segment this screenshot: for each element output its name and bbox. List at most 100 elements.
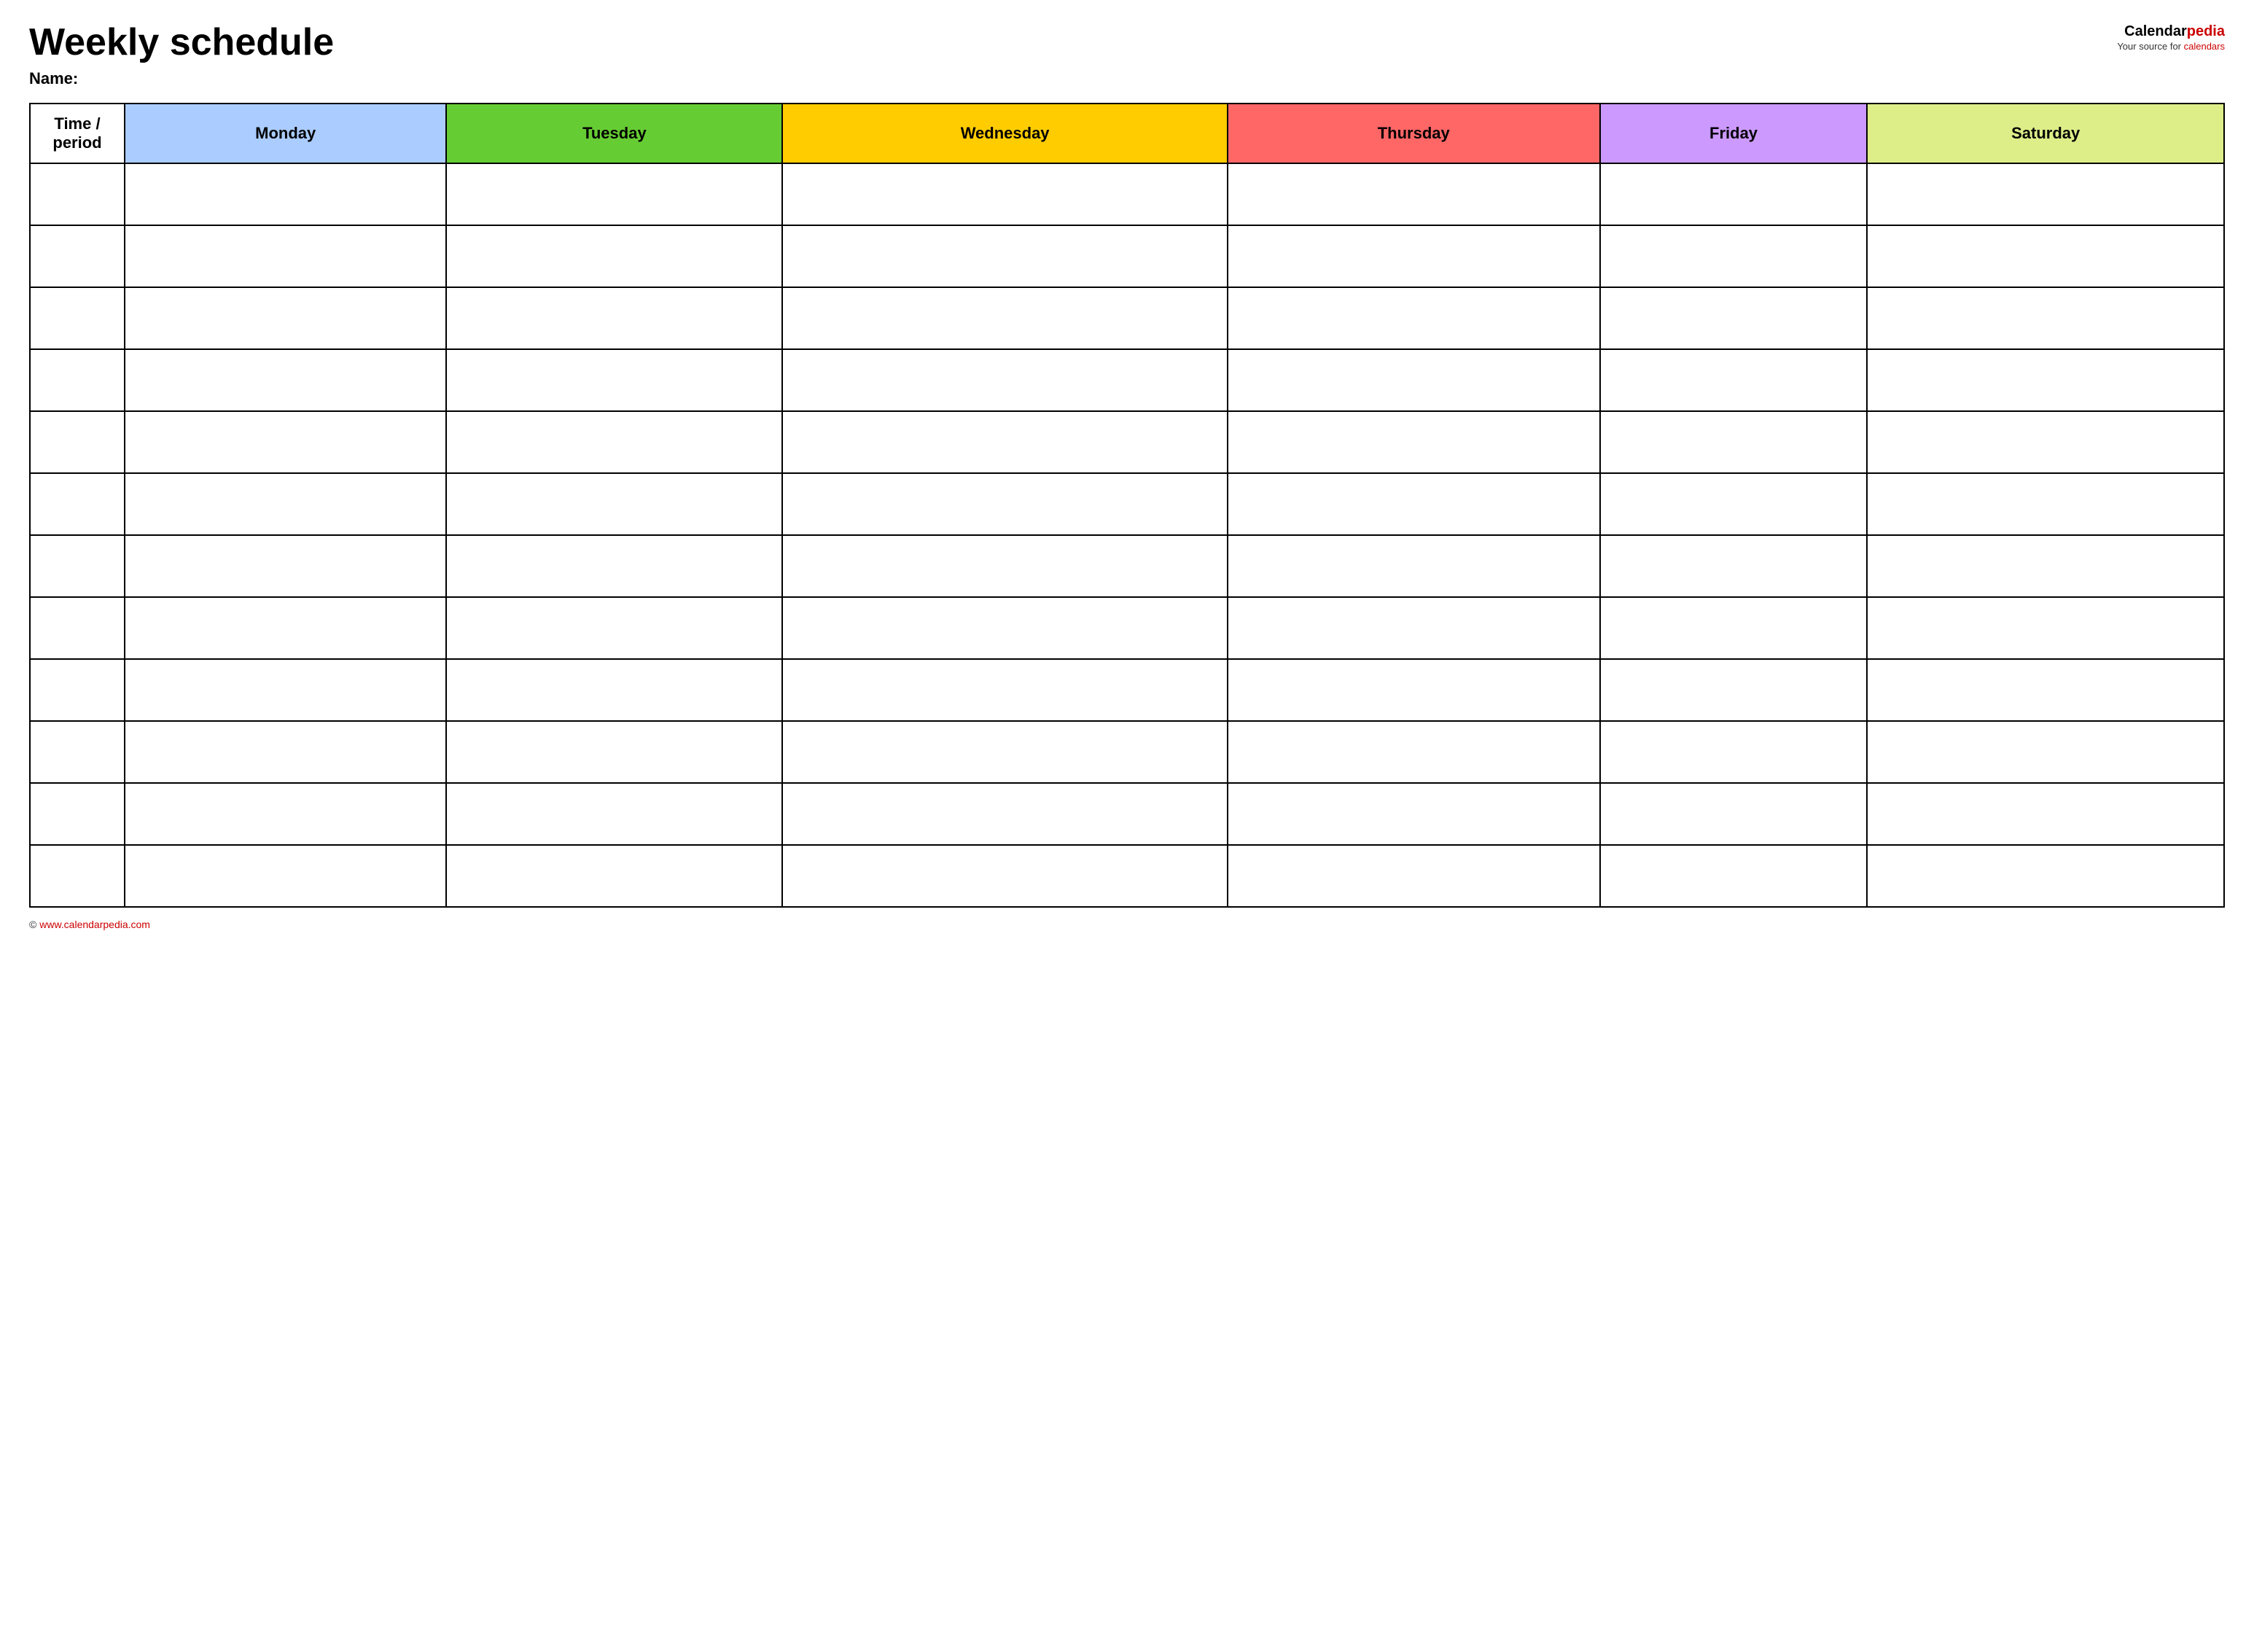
schedule-cell[interactable]: [1867, 597, 2224, 659]
schedule-cell[interactable]: [1600, 225, 1868, 287]
schedule-cell[interactable]: [1228, 659, 1600, 721]
logo-subtitle-text: Your source for: [2117, 41, 2183, 52]
header-section: Weekly schedule Name: Calendarpedia Your…: [29, 22, 2225, 88]
schedule-cell[interactable]: [1228, 845, 1600, 907]
schedule-cell[interactable]: [125, 225, 446, 287]
schedule-cell[interactable]: [782, 287, 1227, 349]
schedule-cell[interactable]: [125, 473, 446, 535]
time-cell[interactable]: [30, 535, 125, 597]
schedule-cell[interactable]: [1867, 349, 2224, 411]
schedule-cell[interactable]: [782, 535, 1227, 597]
schedule-cell[interactable]: [782, 411, 1227, 473]
schedule-cell[interactable]: [1600, 473, 1868, 535]
schedule-cell[interactable]: [782, 225, 1227, 287]
schedule-cell[interactable]: [125, 721, 446, 783]
schedule-cell[interactable]: [125, 597, 446, 659]
schedule-cell[interactable]: [125, 535, 446, 597]
schedule-cell[interactable]: [1867, 473, 2224, 535]
schedule-cell[interactable]: [1228, 287, 1600, 349]
schedule-cell[interactable]: [125, 287, 446, 349]
time-cell[interactable]: [30, 783, 125, 845]
schedule-cell[interactable]: [782, 163, 1227, 225]
schedule-cell[interactable]: [446, 349, 782, 411]
schedule-cell[interactable]: [446, 163, 782, 225]
schedule-cell[interactable]: [1867, 721, 2224, 783]
schedule-cell[interactable]: [782, 721, 1227, 783]
schedule-body: [30, 163, 2224, 907]
schedule-cell[interactable]: [1600, 535, 1868, 597]
schedule-cell[interactable]: [125, 659, 446, 721]
schedule-cell[interactable]: [782, 473, 1227, 535]
schedule-cell[interactable]: [446, 535, 782, 597]
schedule-cell[interactable]: [446, 225, 782, 287]
header-thursday: Thursday: [1228, 104, 1600, 163]
time-cell[interactable]: [30, 845, 125, 907]
schedule-cell[interactable]: [782, 845, 1227, 907]
schedule-cell[interactable]: [1867, 535, 2224, 597]
logo-subtitle: Your source for calendars: [2117, 41, 2225, 53]
time-cell[interactable]: [30, 473, 125, 535]
schedule-cell[interactable]: [1600, 721, 1868, 783]
schedule-cell[interactable]: [125, 845, 446, 907]
schedule-cell[interactable]: [1228, 225, 1600, 287]
schedule-cell[interactable]: [1228, 473, 1600, 535]
schedule-cell[interactable]: [1228, 597, 1600, 659]
schedule-cell[interactable]: [1228, 411, 1600, 473]
schedule-cell[interactable]: [446, 473, 782, 535]
schedule-cell[interactable]: [1867, 287, 2224, 349]
schedule-cell[interactable]: [125, 411, 446, 473]
schedule-cell[interactable]: [1228, 783, 1600, 845]
schedule-cell[interactable]: [1867, 163, 2224, 225]
schedule-cell[interactable]: [1867, 225, 2224, 287]
schedule-cell[interactable]: [446, 783, 782, 845]
table-row: [30, 659, 2224, 721]
schedule-cell[interactable]: [125, 349, 446, 411]
schedule-cell[interactable]: [1228, 535, 1600, 597]
schedule-cell[interactable]: [1600, 411, 1868, 473]
schedule-cell[interactable]: [782, 349, 1227, 411]
schedule-cell[interactable]: [1867, 845, 2224, 907]
time-cell[interactable]: [30, 659, 125, 721]
schedule-cell[interactable]: [446, 721, 782, 783]
header-time: Time / period: [30, 104, 125, 163]
schedule-cell[interactable]: [1867, 659, 2224, 721]
schedule-cell[interactable]: [125, 163, 446, 225]
schedule-cell[interactable]: [1600, 287, 1868, 349]
page-title: Weekly schedule: [29, 22, 334, 63]
time-cell[interactable]: [30, 721, 125, 783]
schedule-cell[interactable]: [1600, 349, 1868, 411]
logo-text: Calendarpedia: [2117, 22, 2225, 41]
schedule-cell[interactable]: [446, 287, 782, 349]
time-cell[interactable]: [30, 411, 125, 473]
schedule-cell[interactable]: [782, 659, 1227, 721]
schedule-cell[interactable]: [1600, 659, 1868, 721]
schedule-cell[interactable]: [446, 659, 782, 721]
schedule-cell[interactable]: [1228, 163, 1600, 225]
time-cell[interactable]: [30, 225, 125, 287]
footer: © www.calendarpedia.com: [29, 919, 2225, 930]
schedule-cell[interactable]: [782, 597, 1227, 659]
table-row: [30, 721, 2224, 783]
schedule-cell[interactable]: [1228, 721, 1600, 783]
schedule-cell[interactable]: [1867, 783, 2224, 845]
schedule-cell[interactable]: [1867, 411, 2224, 473]
schedule-cell[interactable]: [1600, 597, 1868, 659]
time-cell[interactable]: [30, 349, 125, 411]
table-row: [30, 225, 2224, 287]
time-cell[interactable]: [30, 163, 125, 225]
title-area: Weekly schedule Name:: [29, 22, 334, 88]
time-cell[interactable]: [30, 597, 125, 659]
name-label: Name:: [29, 69, 334, 88]
schedule-cell[interactable]: [446, 411, 782, 473]
schedule-cell[interactable]: [125, 783, 446, 845]
schedule-cell[interactable]: [446, 845, 782, 907]
header-wednesday: Wednesday: [782, 104, 1227, 163]
schedule-cell[interactable]: [1228, 349, 1600, 411]
header-tuesday: Tuesday: [446, 104, 782, 163]
time-cell[interactable]: [30, 287, 125, 349]
schedule-cell[interactable]: [1600, 163, 1868, 225]
schedule-cell[interactable]: [446, 597, 782, 659]
schedule-cell[interactable]: [782, 783, 1227, 845]
schedule-cell[interactable]: [1600, 845, 1868, 907]
schedule-cell[interactable]: [1600, 783, 1868, 845]
